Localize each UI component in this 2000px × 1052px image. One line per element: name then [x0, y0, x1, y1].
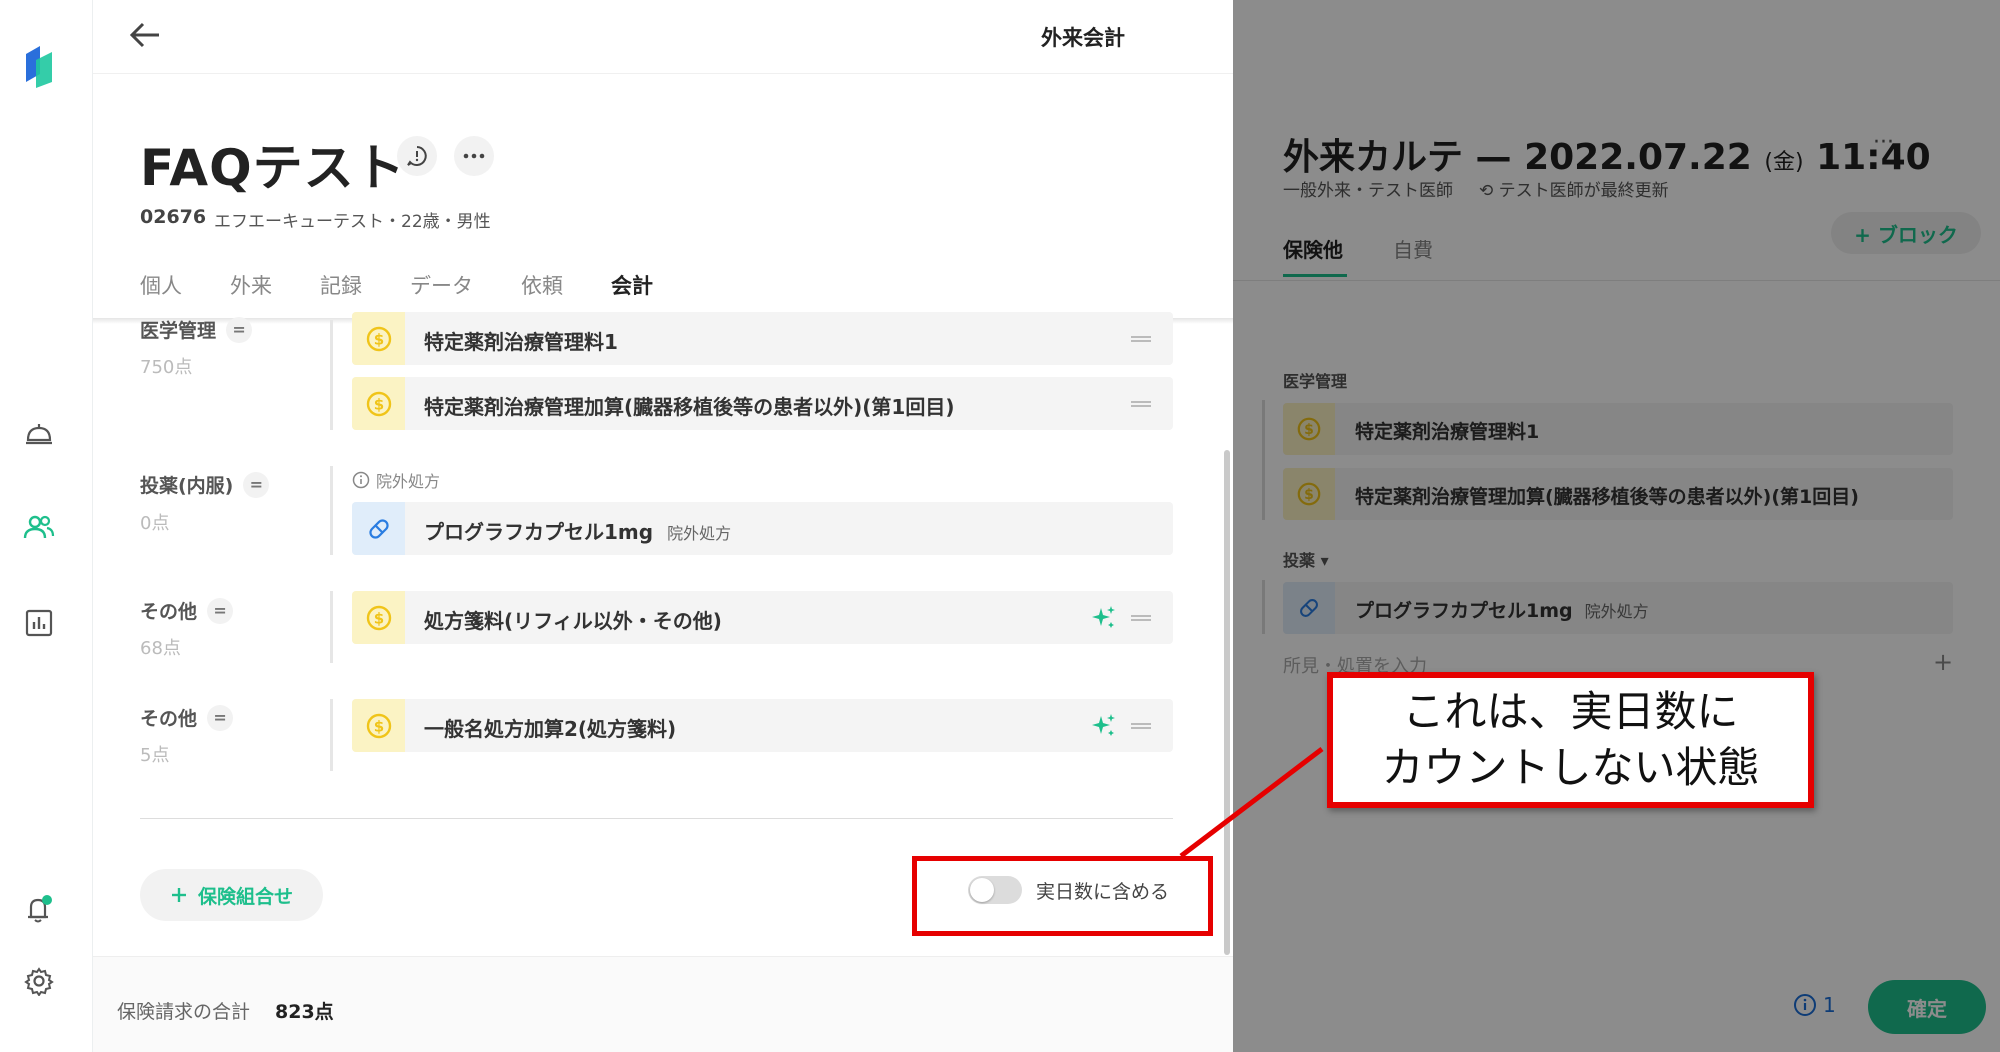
coin-icon: $	[352, 699, 405, 752]
analytics-chart-icon[interactable]	[20, 604, 58, 642]
section-line	[330, 320, 333, 430]
section-points: 5点	[140, 745, 170, 766]
section-title-management: 医学管理 =	[140, 316, 253, 343]
tab-data[interactable]: データ	[410, 268, 473, 318]
annotation-highlight-box	[912, 856, 1213, 936]
app: 外来会計 FAQテスト 02676 エフエーキューテスト・22歳・男性 個人 外…	[0, 0, 2000, 1052]
item-label: 一般名処方加算2(処方箋料)	[424, 717, 677, 741]
plus-icon	[171, 888, 186, 902]
back-arrow-icon[interactable]	[125, 18, 165, 52]
section-label: その他	[140, 601, 198, 623]
patient-id: 02676	[140, 206, 207, 228]
section-menu-button[interactable]: =	[207, 704, 234, 731]
list-item[interactable]: $ 一般名処方加算2(処方箋料)	[352, 699, 1173, 752]
reception-bell-icon[interactable]	[20, 414, 58, 452]
pill-icon	[352, 502, 405, 555]
insurance-button-label: 保険組合せ	[197, 885, 293, 908]
patients-icon[interactable]	[20, 508, 58, 546]
callout-line-2: カウントしない状態	[1381, 743, 1760, 792]
section-title-medication: 投薬(内服) =	[140, 471, 270, 498]
section-label: 投薬(内服)	[140, 475, 234, 497]
item-label: プログラフカプセル1mg 院外処方	[424, 516, 731, 545]
svg-text:$: $	[373, 395, 383, 413]
item-sub: 院外処方	[667, 524, 732, 543]
section-line	[330, 591, 333, 663]
section-line	[330, 466, 333, 555]
more-options-button[interactable]	[454, 136, 494, 176]
sidebar	[0, 0, 93, 1052]
list-item[interactable]: $ 特定薬剤治療管理加算(臓器移植後等の患者以外)(第1回目)	[352, 377, 1173, 430]
patient-info: エフエーキューテスト・22歳・男性	[214, 212, 491, 232]
total-value: 823点	[275, 1001, 334, 1023]
coin-icon: $	[352, 591, 405, 644]
section-label: 医学管理	[140, 320, 217, 342]
section-menu-button[interactable]: =	[207, 597, 234, 624]
section-label: その他	[140, 708, 198, 730]
annotation-callout: これは、実日数に カウントしない状態	[1327, 672, 1814, 808]
coin-icon: $	[352, 312, 405, 365]
item-label: 特定薬剤治療管理加算(臓器移植後等の患者以外)(第1回目)	[424, 395, 955, 419]
list-item[interactable]: $ 特定薬剤治療管理料1	[352, 312, 1173, 365]
svg-text:$: $	[373, 609, 383, 627]
drag-handle-icon[interactable]	[1131, 401, 1151, 407]
drag-handle-icon[interactable]	[1131, 336, 1151, 342]
scrollbar[interactable]	[1224, 450, 1230, 955]
top-bar: 外来会計	[93, 0, 1233, 74]
alert-comment-button[interactable]	[397, 136, 437, 176]
section-line	[330, 699, 333, 771]
page-title: 外来会計	[1041, 26, 1125, 50]
auto-calc-sparkle-icon	[1092, 606, 1115, 628]
section-title-other: その他 =	[140, 704, 234, 731]
tab-records[interactable]: 記録	[320, 268, 362, 318]
comment-alert-icon	[407, 146, 427, 166]
list-item[interactable]: プログラフカプセル1mg 院外処方	[352, 502, 1173, 555]
drag-handle-icon[interactable]	[1131, 615, 1151, 621]
section-points: 0点	[140, 513, 170, 534]
more-dots-icon	[463, 153, 485, 159]
tab-outpatient[interactable]: 外来	[230, 268, 272, 318]
total-label: 保険請求の合計	[117, 1001, 251, 1023]
item-label: 処方箋料(リフィル以外・その他)	[424, 609, 722, 633]
patient-tabs: 個人 外来 記録 データ 依頼 会計	[140, 268, 701, 318]
section-menu-button[interactable]: =	[243, 471, 270, 498]
svg-text:$: $	[373, 330, 383, 348]
tab-requests[interactable]: 依頼	[521, 268, 563, 318]
footer: 保険請求の合計 823点	[93, 956, 1233, 1052]
note-text: 院外処方	[376, 472, 441, 491]
section-menu-button[interactable]: =	[226, 316, 253, 343]
modal-dim-overlay	[1233, 0, 2000, 1052]
coin-icon: $	[352, 377, 405, 430]
list-item[interactable]: $ 処方箋料(リフィル以外・その他)	[352, 591, 1173, 644]
drag-handle-icon[interactable]	[1131, 723, 1151, 729]
callout-line-1: これは、実日数に	[1402, 687, 1739, 736]
svg-text:$: $	[373, 717, 383, 735]
item-name: プログラフカプセル1mg	[424, 520, 654, 544]
section-points: 750点	[140, 357, 193, 378]
section-points: 68点	[140, 638, 181, 659]
insurance-combination-button[interactable]: 保険組合せ	[140, 869, 323, 921]
info-icon	[352, 471, 370, 489]
item-label: 特定薬剤治療管理料1	[424, 330, 618, 354]
tab-billing[interactable]: 会計	[611, 268, 653, 318]
prescription-note: 院外処方	[352, 468, 440, 492]
patient-name: FAQテスト	[140, 139, 406, 197]
settings-gear-icon[interactable]	[20, 962, 58, 1000]
section-title-other: その他 =	[140, 597, 234, 624]
auto-calc-sparkle-icon	[1092, 714, 1115, 736]
notification-bell-icon[interactable]	[20, 890, 58, 928]
app-logo	[26, 46, 52, 88]
section-divider	[140, 818, 1173, 819]
tab-personal[interactable]: 個人	[140, 268, 182, 318]
